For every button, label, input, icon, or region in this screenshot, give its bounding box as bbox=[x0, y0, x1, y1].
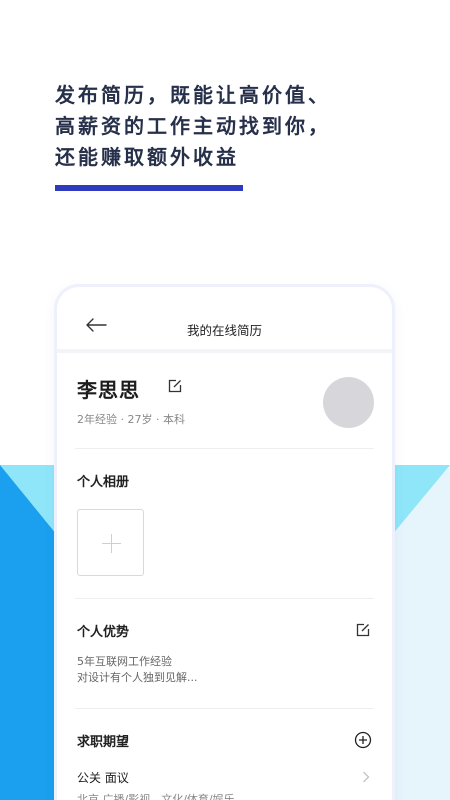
headline-line: 还能赚取额外收益 bbox=[55, 145, 239, 169]
expected-job-detail: 北京 广播/影视、文化/体育/娱乐 bbox=[77, 793, 235, 800]
album-section: 个人相册 bbox=[75, 449, 374, 599]
add-circle-icon[interactable] bbox=[354, 731, 372, 749]
user-meta: 2年经验 · 27岁 · 本科 bbox=[77, 413, 185, 426]
promo-headline: 发布简历，既能让高价值、 高薪资的工作主动找到你， 还能赚取额外收益 bbox=[55, 80, 435, 173]
section-heading: 个人优势 bbox=[77, 625, 130, 640]
advantage-description: 5年互联网工作经验 对设计有个人独到见解... bbox=[77, 654, 198, 686]
profile-header: 李思思 2年经验 · 27岁 · 本科 bbox=[75, 353, 374, 449]
edit-icon[interactable] bbox=[356, 623, 370, 637]
expected-job[interactable]: 公关 面议 bbox=[77, 769, 129, 786]
advantage-section: 个人优势 5年互联网工作经验 对设计有个人独到见解... bbox=[75, 599, 374, 709]
expectation-section: 求职期望 公关 面议 北京 广播/影视、文化/体育/娱乐 bbox=[75, 709, 374, 800]
user-name: 李思思 bbox=[77, 378, 140, 402]
nav-bar: 我的在线简历 bbox=[57, 287, 392, 353]
headline-line: 发布简历，既能让高价值、 bbox=[55, 83, 331, 107]
advantage-line: 5年互联网工作经验 bbox=[77, 655, 172, 668]
section-heading: 求职期望 bbox=[77, 735, 130, 750]
headline-line: 高薪资的工作主动找到你， bbox=[55, 114, 331, 138]
page-title: 我的在线简历 bbox=[186, 323, 262, 338]
resume-card: 我的在线简历 李思思 2年经验 · 27岁 · 本科 个人相册 个人优势 5年互… bbox=[57, 287, 392, 800]
advantage-line: 对设计有个人独到见解... bbox=[77, 671, 198, 684]
avatar[interactable] bbox=[323, 377, 374, 428]
add-photo-button[interactable] bbox=[77, 509, 144, 576]
chevron-right-icon[interactable] bbox=[362, 771, 370, 783]
accent-bar bbox=[55, 185, 243, 191]
edit-icon[interactable] bbox=[168, 379, 182, 393]
section-heading: 个人相册 bbox=[77, 475, 130, 490]
